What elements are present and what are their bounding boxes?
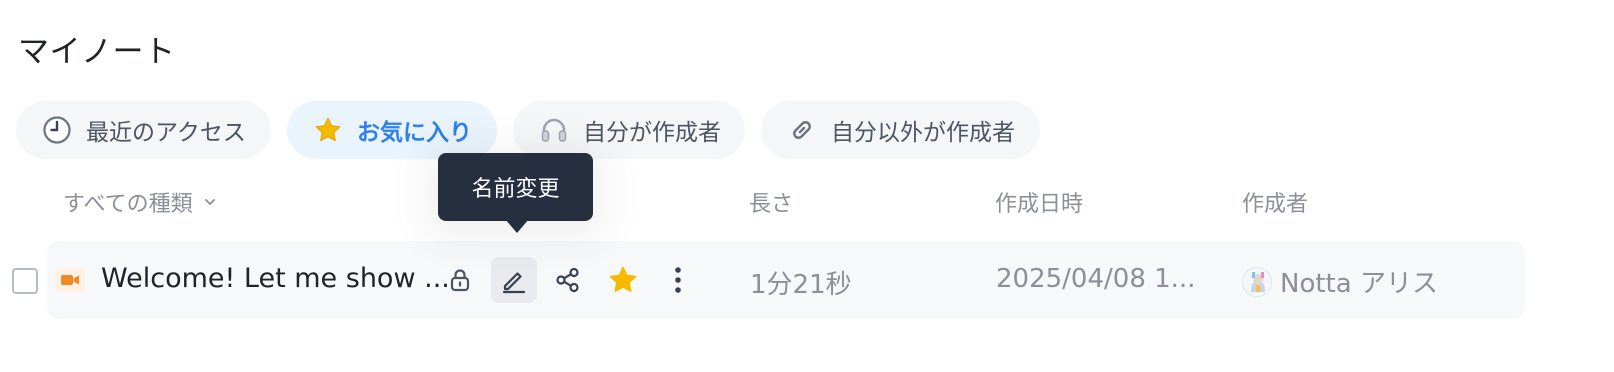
filter-label: 自分以外が作成者 [831, 120, 1015, 146]
lock-icon[interactable] [437, 257, 483, 303]
star-icon [313, 115, 343, 145]
rename-tooltip: 名前変更 [438, 153, 593, 221]
filter-created-by-others[interactable]: 自分以外が作成者 [761, 101, 1040, 159]
type-filter-dropdown[interactable]: すべての種類 [63, 186, 217, 218]
row-select-checkbox[interactable] [12, 268, 38, 294]
link-icon [787, 115, 817, 145]
column-header-author: 作成者 [1242, 192, 1309, 217]
table-header: すべての種類 長さ 作成日時 作成者 [0, 186, 1614, 218]
tooltip-arrow [505, 219, 529, 233]
headphones-icon [539, 115, 569, 145]
filter-created-by-me[interactable]: 自分が作成者 [513, 101, 745, 159]
note-title[interactable]: Welcome! Let me show ... [101, 263, 450, 294]
rename-button[interactable] [491, 257, 537, 303]
favorite-star-icon[interactable] [600, 257, 646, 303]
note-author: Notta アリス [1242, 263, 1438, 300]
chevron-down-icon [203, 195, 217, 209]
filter-label: お気に入り [357, 120, 472, 146]
filter-recent-access[interactable]: 最近のアクセス [16, 101, 271, 159]
note-created-date: 2025/04/08 1... [996, 264, 1196, 294]
clock-icon [42, 115, 72, 145]
avatar [1242, 266, 1272, 297]
filter-label: 最近のアクセス [86, 120, 246, 146]
note-length: 1分21秒 [750, 270, 852, 300]
more-options-icon[interactable] [655, 257, 701, 303]
filter-favorites[interactable]: お気に入り [287, 101, 497, 159]
page-title: マイノート [18, 34, 176, 70]
column-header-created: 作成日時 [995, 192, 1084, 217]
table-row[interactable]: Welcome! Let me show ... 1分21秒 2025/04/0… [47, 241, 1525, 319]
column-header-length: 長さ [749, 192, 794, 217]
type-filter-label: すべての種類 [63, 192, 193, 217]
pencil-icon [502, 272, 526, 294]
share-icon[interactable] [545, 257, 591, 303]
video-camera-icon [55, 268, 85, 292]
author-name: Notta アリス [1280, 269, 1438, 299]
filter-label: 自分が作成者 [583, 120, 721, 146]
tooltip-text: 名前変更 [471, 177, 560, 202]
